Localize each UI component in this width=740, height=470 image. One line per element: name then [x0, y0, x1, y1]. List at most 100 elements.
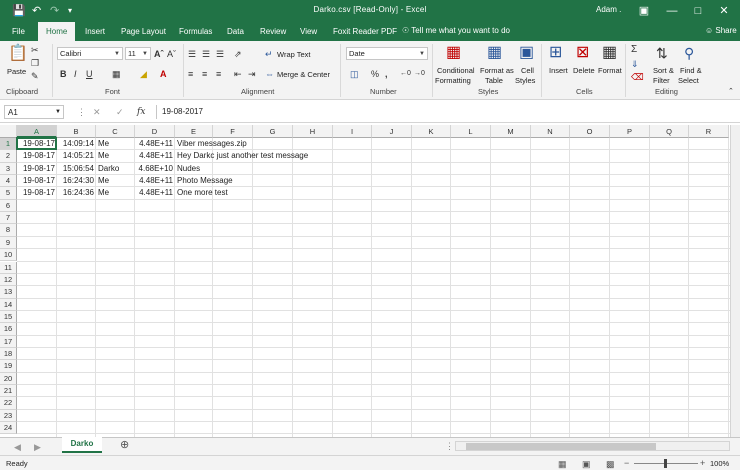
cell-c1[interactable]: Me — [96, 138, 135, 150]
zoom-level[interactable]: 100% — [710, 459, 729, 468]
column-header-o[interactable]: O — [570, 125, 610, 138]
zoom-slider-thumb[interactable] — [664, 459, 667, 468]
column-header-k[interactable]: K — [412, 125, 451, 138]
row-header-13[interactable]: 13 — [0, 286, 17, 299]
vertical-scrollbar[interactable] — [730, 125, 740, 437]
cell-e1[interactable]: Viber messages.zip — [175, 138, 247, 150]
cell-a4[interactable]: 19-08-17 — [17, 175, 57, 187]
align-center-icon[interactable]: ≡ — [202, 69, 207, 79]
format-cells-icon[interactable]: ▦ — [602, 44, 617, 62]
row-header-19[interactable]: 19 — [0, 360, 17, 373]
row-header-11[interactable]: 11 — [0, 261, 17, 274]
cell-b4[interactable]: 16:24:30 — [57, 175, 96, 187]
font-size-combo[interactable]: 11 ▼ — [125, 47, 151, 60]
cell-d5[interactable]: 4.48E+11 — [135, 187, 175, 199]
enter-icon[interactable]: ✓ — [116, 107, 124, 117]
cell-b1[interactable]: 14:09:14 — [57, 138, 96, 150]
cell-c2[interactable]: Me — [96, 150, 135, 162]
row-header-9[interactable]: 9 — [0, 236, 17, 250]
column-header-b[interactable]: B — [57, 125, 96, 138]
row-header-24[interactable]: 24 — [0, 422, 17, 435]
row-header-14[interactable]: 14 — [0, 298, 17, 311]
cell-e3[interactable]: Nudes — [175, 163, 213, 175]
next-sheet-icon[interactable]: ▶ — [34, 442, 41, 452]
borders-icon[interactable]: ▦ — [112, 69, 121, 79]
cell-b2[interactable]: 14:05:21 — [57, 150, 96, 162]
row-header-4[interactable]: 4 — [0, 175, 17, 188]
row-header-12[interactable]: 12 — [0, 273, 17, 287]
align-right-icon[interactable]: ≡ — [216, 69, 221, 79]
insert-cells-icon[interactable]: ⊞ — [549, 44, 562, 62]
cell-styles-icon[interactable]: ▣ — [519, 44, 534, 62]
cell-e2[interactable]: Hey Darkc just another test message — [175, 150, 308, 162]
tab-insert[interactable]: Insert — [85, 26, 105, 37]
maximize-icon[interactable]: □ — [690, 3, 706, 19]
cell-d4[interactable]: 4.48E+11 — [135, 175, 175, 187]
percent-icon[interactable]: % — [371, 69, 379, 79]
cell-d2[interactable]: 4.48E+11 — [135, 150, 175, 162]
conditional-formatting-button[interactable]: Conditional — [437, 66, 475, 75]
normal-view-icon[interactable]: ▦ — [558, 459, 567, 469]
insert-button[interactable]: Insert — [549, 66, 568, 75]
format-as-table-icon[interactable]: ▦ — [487, 44, 502, 62]
sort-filter-button[interactable]: Sort & — [653, 66, 674, 75]
sort-filter-icon[interactable]: ⇅ — [656, 44, 668, 62]
paste-icon[interactable]: 📋 — [8, 45, 28, 63]
format-painter-icon[interactable]: ✎ — [31, 71, 39, 81]
horizontal-scrollbar[interactable] — [455, 441, 730, 451]
name-box[interactable]: A1 ▼ — [4, 105, 64, 119]
conditional-formatting-icon[interactable]: ▦ — [446, 44, 461, 62]
row-header-2[interactable]: 2 — [0, 150, 17, 163]
underline-icon[interactable]: U — [86, 69, 93, 79]
number-format-combo[interactable]: Date ▼ — [346, 47, 428, 60]
tell-me-box[interactable]: ☉ Tell me what you want to do — [402, 26, 510, 35]
cell-c3[interactable]: Darko — [96, 163, 135, 175]
tab-view[interactable]: View — [300, 26, 317, 37]
column-header-d[interactable]: D — [135, 125, 175, 138]
row-header-3[interactable]: 3 — [0, 162, 17, 176]
row-header-5[interactable]: 5 — [0, 187, 17, 200]
comma-icon[interactable]: , — [385, 69, 388, 79]
zoom-in-icon[interactable]: + — [700, 458, 705, 468]
column-header-n[interactable]: N — [531, 125, 570, 138]
column-header-g[interactable]: G — [253, 125, 293, 138]
column-header-j[interactable]: J — [372, 125, 412, 138]
collapse-ribbon-icon[interactable]: ⌃ — [728, 87, 734, 97]
increase-decimal-icon[interactable]: ←0 — [400, 69, 411, 79]
column-header-i[interactable]: I — [333, 125, 372, 138]
cell-a2[interactable]: 19-08-17 — [17, 150, 57, 162]
cell-e5[interactable]: One more test — [175, 187, 228, 199]
cell-d1[interactable]: 4.48E+11 — [135, 138, 175, 150]
decrease-font-icon[interactable]: Aˇ — [167, 49, 176, 59]
close-icon[interactable]: ✕ — [716, 3, 732, 19]
user-name[interactable]: Adam . — [596, 5, 621, 14]
tab-review[interactable]: Review — [260, 26, 286, 37]
row-header-8[interactable]: 8 — [0, 224, 17, 237]
tab-home[interactable]: Home — [38, 22, 76, 41]
decrease-decimal-icon[interactable]: →0 — [414, 69, 425, 79]
cell-b3[interactable]: 15:06:54 — [57, 163, 96, 175]
column-header-q[interactable]: Q — [650, 125, 689, 138]
autosum-icon[interactable]: Σ — [631, 45, 637, 55]
cell-b5[interactable]: 16:24:36 — [57, 187, 96, 199]
align-top-icon[interactable]: ☰ — [188, 49, 196, 59]
tab-data[interactable]: Data — [227, 26, 244, 37]
align-left-icon[interactable]: ≡ — [188, 69, 193, 79]
row-header-7[interactable]: 7 — [0, 212, 17, 225]
increase-font-icon[interactable]: Aˆ — [154, 49, 164, 59]
decrease-indent-icon[interactable]: ⇤ — [234, 69, 242, 79]
column-header-f[interactable]: F — [213, 125, 253, 138]
find-select-button[interactable]: Find & — [680, 66, 702, 75]
column-header-l[interactable]: L — [451, 125, 491, 138]
merge-center-button[interactable]: Merge & Center — [277, 70, 330, 79]
cancel-icon[interactable]: ✕ — [93, 107, 101, 117]
formula-input[interactable]: 19-08-2017 — [156, 105, 732, 119]
merge-center-icon[interactable]: ⇔ — [265, 69, 274, 79]
page-break-view-icon[interactable]: ▩ — [606, 459, 615, 469]
column-header-c[interactable]: C — [96, 125, 135, 138]
fill-color-icon[interactable]: ◢ — [140, 69, 147, 79]
delete-cells-icon[interactable]: ⊠ — [576, 44, 589, 62]
share-button[interactable]: ☺ Share — [705, 26, 737, 35]
row-header-20[interactable]: 20 — [0, 372, 17, 385]
cell-e4[interactable]: Photo Message — [175, 175, 233, 187]
